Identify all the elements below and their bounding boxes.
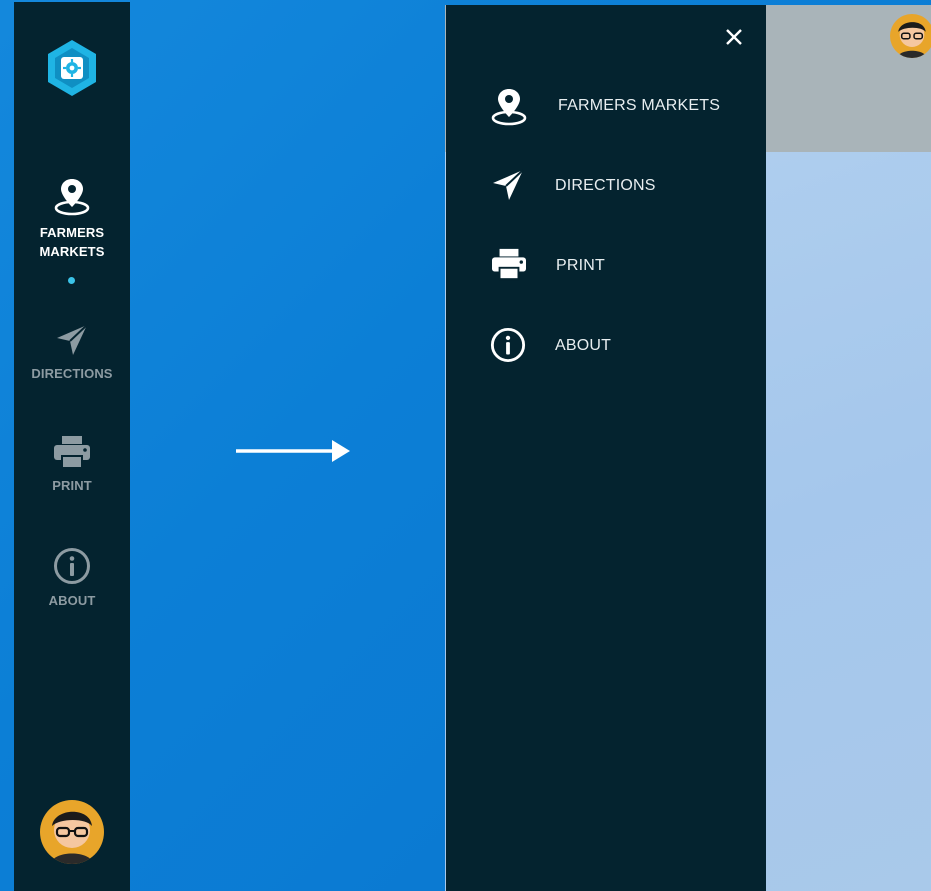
drawer-item-label: ABOUT bbox=[555, 337, 612, 354]
drawer-item-label: PRINT bbox=[556, 257, 605, 274]
drawer-item-about[interactable]: ABOUT bbox=[446, 319, 766, 375]
rail-label-line1: FARMERS bbox=[39, 225, 105, 240]
printer-icon bbox=[54, 436, 90, 469]
drawer-item-farmers-markets[interactable]: FARMERS MARKETS bbox=[446, 79, 766, 135]
user-avatar-icon bbox=[890, 14, 931, 58]
rail-label: ABOUT bbox=[48, 593, 96, 608]
user-avatar[interactable] bbox=[40, 800, 104, 864]
drawer-item-print[interactable]: PRINT bbox=[446, 239, 766, 295]
rail-item-farmers-markets[interactable]: FARMERS MARKETS bbox=[14, 177, 130, 261]
drawer-item-label: DIRECTIONS bbox=[555, 177, 656, 194]
rail-item-directions[interactable]: DIRECTIONS bbox=[14, 322, 130, 383]
user-avatar-icon bbox=[40, 800, 104, 864]
active-indicator-dot bbox=[68, 277, 75, 284]
transition-arrow-icon bbox=[236, 440, 350, 462]
expanded-nav-drawer: FARMERS MARKETS DIRECTIONS PRINT ABOUT bbox=[446, 5, 766, 891]
info-icon bbox=[490, 327, 526, 363]
rail-label: PRINT bbox=[52, 478, 92, 493]
rail-item-print[interactable]: PRINT bbox=[14, 434, 130, 495]
drawer-item-directions[interactable]: DIRECTIONS bbox=[446, 159, 766, 215]
drawer-item-label: FARMERS MARKETS bbox=[558, 97, 721, 114]
navigation-arrow-icon bbox=[57, 324, 88, 355]
printer-icon bbox=[492, 248, 526, 281]
navigation-arrow-icon bbox=[493, 169, 524, 200]
map-pin-icon bbox=[491, 89, 527, 126]
header-avatar[interactable] bbox=[890, 14, 931, 58]
map-pin-icon bbox=[54, 179, 90, 216]
close-icon[interactable] bbox=[724, 27, 744, 47]
rail-item-about[interactable]: ABOUT bbox=[14, 547, 130, 610]
rail-label: DIRECTIONS bbox=[31, 366, 113, 381]
app-logo-icon[interactable] bbox=[46, 38, 98, 98]
info-icon bbox=[54, 548, 90, 584]
collapsed-nav-rail: FARMERS MARKETS DIRECTIONS PRINT ABOUT bbox=[14, 2, 130, 891]
rail-label-line2: MARKETS bbox=[39, 244, 105, 259]
